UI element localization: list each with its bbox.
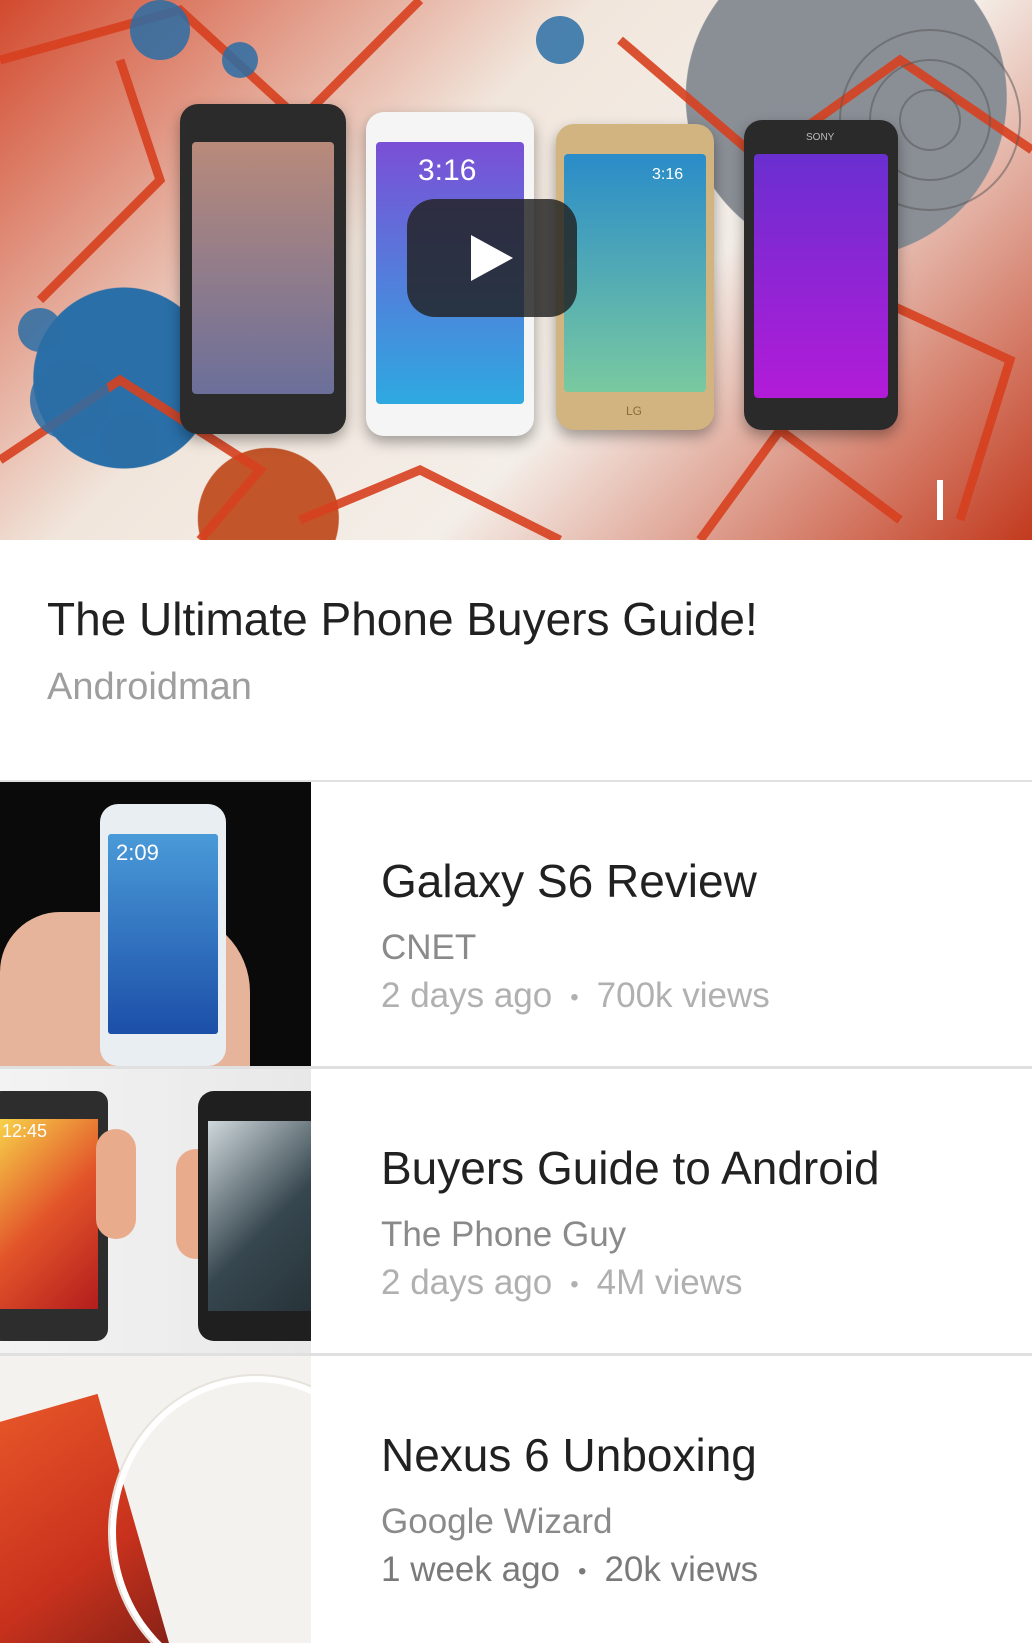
channel-name[interactable]: CNET	[381, 928, 476, 968]
upload-age: 2 days ago	[381, 976, 553, 1015]
hand-shape	[96, 1129, 136, 1239]
upload-age: 2 days ago	[381, 1263, 553, 1302]
phone-clock: 3:16	[418, 154, 477, 187]
meta-separator: •	[570, 1270, 579, 1298]
phone-clock: 3:16	[652, 166, 684, 183]
box-insert-shape	[110, 1376, 311, 1643]
phone-brand: SONY	[806, 132, 835, 143]
scrubber-handle[interactable]	[937, 480, 943, 520]
phone-shape: 12:45	[0, 1091, 108, 1341]
video-thumbnail[interactable]: 2:09	[0, 782, 311, 1066]
phone-shape: 2:09	[100, 804, 226, 1066]
channel-name[interactable]: Google Wizard	[381, 1502, 612, 1542]
related-video-list: 2:09 Galaxy S6 Review CNET 2 days ago • 70…	[0, 782, 1032, 1643]
video-list-item[interactable]: 2:09 Galaxy S6 Review CNET 2 days ago • 70…	[0, 782, 1032, 1069]
video-meta: 2 days ago • 4M views	[381, 1263, 743, 1303]
featured-video-info[interactable]: The Ultimate Phone Buyers Guide! Android…	[0, 540, 1032, 782]
meta-separator: •	[578, 1557, 587, 1585]
video-list-item[interactable]: 12:45 Buyers Guide to Android The Phone …	[0, 1069, 1032, 1356]
view-count: 700k views	[596, 976, 770, 1015]
phone-iphone	[180, 104, 346, 434]
video-meta: 1 week ago • 20k views	[381, 1550, 758, 1590]
channel-name[interactable]: The Phone Guy	[381, 1215, 626, 1255]
video-title: Buyers Guide to Android	[381, 1142, 880, 1194]
meta-separator: •	[570, 983, 579, 1011]
featured-video-title: The Ultimate Phone Buyers Guide!	[47, 593, 758, 645]
phone-xperia: SONY	[744, 120, 898, 430]
thumbnail-clock: 12:45	[2, 1121, 48, 1141]
video-player-hero[interactable]: 3:16 3:16 LG SONY	[0, 0, 1032, 540]
featured-channel-name[interactable]: Androidman	[47, 666, 252, 709]
video-thumbnail[interactable]	[0, 1356, 311, 1643]
video-title: Galaxy S6 Review	[381, 855, 757, 907]
view-count: 4M views	[596, 1263, 743, 1302]
video-list-item[interactable]: Nexus 6 Unboxing Google Wizard 1 week ag…	[0, 1356, 1032, 1643]
phone-brand: LG	[626, 404, 643, 418]
view-count: 20k views	[604, 1550, 759, 1589]
play-button[interactable]	[407, 199, 577, 317]
video-meta: 2 days ago • 700k views	[381, 976, 770, 1016]
phone-shape	[198, 1091, 311, 1341]
video-title: Nexus 6 Unboxing	[381, 1429, 757, 1481]
play-icon	[471, 235, 513, 281]
phone-lg-g3: 3:16 LG	[556, 124, 714, 430]
video-thumbnail[interactable]: 12:45	[0, 1069, 311, 1353]
thumbnail-clock: 2:09	[116, 840, 159, 865]
upload-age: 1 week ago	[381, 1550, 561, 1589]
